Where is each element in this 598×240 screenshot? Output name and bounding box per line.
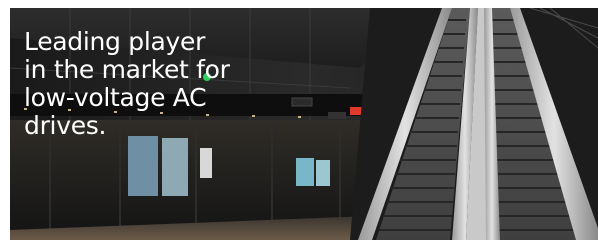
hero-banner: Leading player in the market for low-vol… — [0, 0, 598, 240]
headline-line: drives. — [24, 111, 107, 140]
headline-line: low-voltage AC — [24, 83, 207, 112]
headline-line: in the market for — [24, 55, 230, 84]
headline-line: Leading player — [24, 27, 206, 56]
banner-headline: Leading player in the market for low-vol… — [24, 28, 230, 140]
